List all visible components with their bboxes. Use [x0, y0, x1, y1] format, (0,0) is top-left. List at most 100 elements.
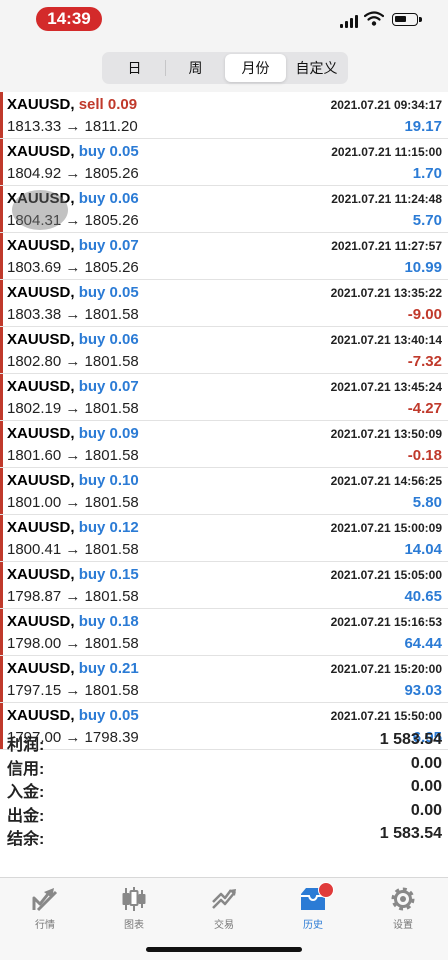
period-segmented-control: 日 周 月份 自定义 [102, 52, 348, 84]
battery-icon [392, 13, 422, 26]
deal-prices: 1813.33 → 1811.20 [7, 118, 138, 135]
deal-title: XAUUSD, buy 0.06 [7, 331, 139, 348]
history-badge-icon [318, 882, 334, 898]
deal-action: buy 0.06 [78, 331, 139, 348]
deal-datetime: 2021.07.21 15:50:00 [330, 709, 442, 723]
wifi-icon [364, 11, 384, 26]
deal-row-marker [0, 280, 3, 326]
summary-label: 结余: [7, 831, 45, 848]
deal-row-marker [0, 562, 3, 608]
deal-row[interactable]: XAUUSD, buy 0.21 1797.15 → 1801.58 2021.07… [0, 656, 448, 703]
tab-day[interactable]: 日 [104, 54, 165, 82]
deal-profit: 5.80 [412, 494, 442, 511]
tabbar-history[interactable]: 历史 [273, 882, 353, 934]
deal-profit: -0.18 [407, 447, 442, 464]
deal-profit: 40.65 [404, 588, 442, 605]
deal-list: XAUUSD, sell 0.09 1813.33 → 1811.20 2021.0… [0, 92, 448, 750]
deal-symbol: XAUUSD, [7, 613, 75, 630]
deal-row-marker [0, 515, 3, 561]
deal-title: XAUUSD, buy 0.15 [7, 566, 139, 583]
deal-symbol: XAUUSD, [7, 660, 75, 677]
deal-row[interactable]: XAUUSD, buy 0.18 1798.00 → 1801.58 2021.07… [0, 609, 448, 656]
deal-row[interactable]: XAUUSD, buy 0.05 1804.92 → 1805.26 2021.07… [0, 139, 448, 186]
summary-panel: 利润: 1 583.54 信用: 0.00 入金: 0.00 出金: 0.00 结余: 1 583… [0, 730, 448, 848]
deal-symbol: XAUUSD, [7, 284, 75, 301]
deal-prices: 1798.87 → 1801.58 [7, 588, 139, 605]
deal-row[interactable]: XAUUSD, sell 0.09 1813.33 → 1811.20 2021.0… [0, 92, 448, 139]
deal-action: buy 0.06 [78, 190, 139, 207]
deal-action: buy 0.18 [78, 613, 139, 630]
tabbar-chart-label: 图表 [124, 920, 144, 931]
deal-row-marker [0, 327, 3, 373]
deal-row[interactable]: XAUUSD, buy 0.07 1803.69 → 1805.26 2021.07… [0, 233, 448, 280]
tab-week[interactable]: 周 [165, 54, 226, 82]
deal-row-marker [0, 374, 3, 420]
deal-row-marker [0, 92, 3, 138]
deal-action: sell 0.09 [78, 96, 138, 113]
deal-title: XAUUSD, buy 0.05 [7, 707, 139, 724]
deal-row[interactable]: XAUUSD, buy 0.05 1803.38 → 1801.58 2021.07… [0, 280, 448, 327]
deal-action: buy 0.12 [78, 519, 139, 536]
tabbar-settings[interactable]: 设置 [363, 884, 443, 934]
deal-prices: 1801.60 → 1801.58 [7, 447, 139, 464]
summary-label: 利润: [7, 737, 45, 754]
deal-prices: 1804.92 → 1805.26 [7, 165, 139, 182]
tabbar-trade[interactable]: 交易 [184, 884, 264, 934]
deal-row[interactable]: XAUUSD, buy 0.12 1800.41 → 1801.58 2021.07… [0, 515, 448, 562]
deal-row[interactable]: XAUUSD, buy 0.09 1801.60 → 1801.58 2021.07… [0, 421, 448, 468]
deal-symbol: XAUUSD, [7, 519, 75, 536]
status-bar: 14:39 [0, 0, 448, 44]
deal-row-marker [0, 421, 3, 467]
deal-symbol: XAUUSD, [7, 472, 75, 489]
deal-row-marker [0, 139, 3, 185]
summary-row: 出金: 0.00 [0, 801, 448, 825]
deal-symbol: XAUUSD, [7, 237, 75, 254]
deal-profit: 10.99 [404, 259, 442, 276]
deal-action: buy 0.05 [78, 707, 139, 724]
deal-title: XAUUSD, buy 0.07 [7, 378, 139, 395]
deal-prices: 1803.38 → 1801.58 [7, 306, 139, 323]
deal-row[interactable]: XAUUSD, buy 0.07 1802.19 → 1801.58 2021.07… [0, 374, 448, 421]
deal-action: buy 0.07 [78, 237, 139, 254]
deal-profit: 93.03 [404, 682, 442, 699]
deal-row-marker [0, 609, 3, 655]
deal-profit: 5.70 [412, 212, 442, 229]
tabbar-chart[interactable]: 图表 [94, 884, 174, 934]
deal-title: XAUUSD, buy 0.18 [7, 613, 139, 630]
deal-datetime: 2021.07.21 13:45:24 [330, 380, 442, 394]
deal-symbol: XAUUSD, [7, 425, 75, 442]
deal-profit: 14.04 [404, 541, 442, 558]
tabbar-settings-label: 设置 [393, 920, 413, 931]
deal-title: XAUUSD, buy 0.12 [7, 519, 139, 536]
summary-value: 0.00 [410, 754, 442, 772]
deal-title: XAUUSD, buy 0.21 [7, 660, 139, 677]
home-indicator [146, 947, 302, 952]
deal-row-marker [0, 233, 3, 279]
tab-custom[interactable]: 自定义 [286, 54, 347, 82]
tab-month[interactable]: 月份 [225, 54, 286, 82]
deal-row[interactable]: XAUUSD, buy 0.06 1802.80 → 1801.58 2021.07… [0, 327, 448, 374]
tabbar-history-label: 历史 [303, 920, 323, 931]
deal-row[interactable]: XAUUSD, buy 0.15 1798.87 → 1801.58 2021.07… [0, 562, 448, 609]
trade-icon [212, 889, 236, 909]
summary-value: 1 583.54 [379, 731, 442, 748]
deal-action: buy 0.07 [78, 378, 139, 395]
period-selector-area: 日 周 月份 自定义 [0, 44, 448, 92]
deal-datetime: 2021.07.21 13:50:09 [330, 427, 442, 441]
deal-prices: 1801.00 → 1801.58 [7, 494, 139, 511]
deal-symbol: XAUUSD, [7, 331, 75, 348]
deal-profit: 1.70 [412, 165, 442, 182]
summary-row: 利润: 1 583.54 [0, 730, 448, 754]
deal-symbol: XAUUSD, [7, 378, 75, 395]
deal-profit: 64.44 [404, 635, 442, 652]
cellular-signal-icon [340, 14, 360, 28]
deal-row[interactable]: XAUUSD, buy 0.10 1801.00 → 1801.58 2021.07… [0, 468, 448, 515]
deal-row-marker [0, 656, 3, 702]
tabbar-quotes[interactable]: 行情 [5, 884, 85, 934]
touch-indicator [12, 190, 68, 230]
deal-action: buy 0.05 [78, 284, 139, 301]
deal-action: buy 0.15 [78, 566, 139, 583]
deal-prices: 1803.69 → 1805.26 [7, 259, 139, 276]
deal-row-marker [0, 468, 3, 514]
deal-datetime: 2021.07.21 15:00:09 [330, 521, 442, 535]
